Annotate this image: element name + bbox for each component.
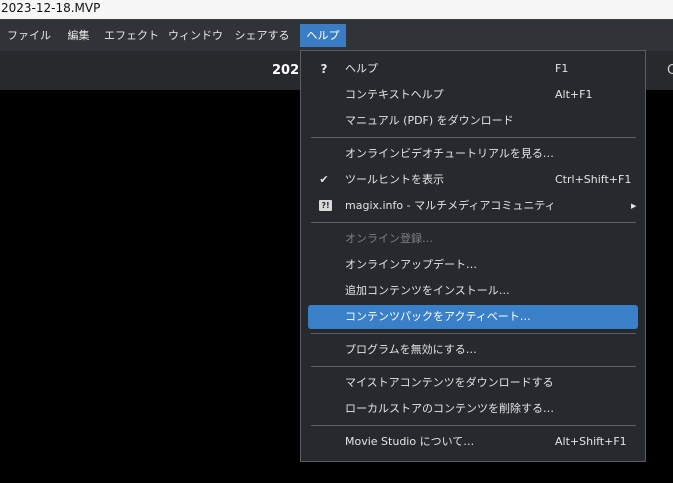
help-menu-dropdown: ? ヘルプ F1 コンテキストヘルプ Alt+F1 マニュアル (PDF) をダ… — [300, 50, 646, 462]
menu-item-label: コンテキストヘルプ — [345, 88, 444, 101]
menu-item-label: コンテンツパックをアクティベート… — [345, 310, 531, 323]
menu-file[interactable]: ファイル — [3, 24, 55, 47]
help-menu-item-show-tooltips[interactable]: ✔ ツールヒントを表示 Ctrl+Shift+F1 — [308, 168, 638, 192]
menu-item-shortcut: Alt+Shift+F1 — [555, 435, 627, 448]
menu-effects[interactable]: エフェクト — [103, 24, 160, 47]
menu-item-label: Movie Studio について… — [345, 435, 475, 448]
checkmark-icon: ✔ — [319, 173, 329, 186]
menu-separator — [311, 137, 636, 138]
help-menu-item-deactivate-program[interactable]: プログラムを無効にする… — [308, 338, 638, 362]
help-menu-item-video-tutorials[interactable]: オンラインビデオチュートリアルを見る… — [308, 142, 638, 166]
menu-item-label: オンライン登録… — [345, 232, 433, 245]
menu-separator — [311, 366, 636, 367]
menu-item-label: オンラインビデオチュートリアルを見る… — [345, 147, 554, 160]
menu-item-label: ヘルプ — [345, 62, 378, 75]
clipped-text: C — [667, 63, 673, 78]
submenu-arrow-icon: ▶ — [631, 202, 637, 210]
menu-item-shortcut: F1 — [555, 62, 569, 75]
menu-window[interactable]: ウィンドウ — [167, 24, 224, 47]
menu-item-label: ローカルストアのコンテンツを削除する… — [345, 402, 554, 415]
window-title-bar: 2023-12-18.MVP — [0, 0, 673, 19]
menu-item-label: プログラムを無効にする… — [345, 343, 477, 356]
menu-item-label: マニュアル (PDF) をダウンロード — [345, 114, 514, 127]
menu-item-shortcut: Alt+F1 — [555, 88, 593, 101]
menu-item-shortcut: Ctrl+Shift+F1 — [555, 173, 632, 186]
help-menu-item-context-help[interactable]: コンテキストヘルプ Alt+F1 — [308, 83, 638, 107]
help-menu-item-activate-content-pack[interactable]: コンテンツパックをアクティベート… — [308, 305, 638, 329]
help-menu-item-delete-local-content[interactable]: ローカルストアのコンテンツを削除する… — [308, 397, 638, 421]
question-mark-icon: ? — [320, 62, 328, 76]
menu-item-label: マイストアコンテンツをダウンロードする — [345, 376, 554, 389]
help-menu-item-about[interactable]: Movie Studio について… Alt+Shift+F1 — [308, 430, 638, 454]
help-menu-item-download-manual[interactable]: マニュアル (PDF) をダウンロード — [308, 109, 638, 133]
menu-separator — [311, 333, 636, 334]
help-menu-item-magix-info[interactable]: ?! magix.info - マルチメディアコミュニティ ▶ — [308, 194, 638, 218]
magix-info-icon: ?! — [319, 200, 332, 211]
menu-separator — [311, 425, 636, 426]
menu-edit[interactable]: 編集 — [62, 24, 95, 47]
menu-separator — [311, 222, 636, 223]
help-menu-item-online-update[interactable]: オンラインアップデート… — [308, 253, 638, 277]
help-menu-item-install-content[interactable]: 追加コンテンツをインストール… — [308, 279, 638, 303]
menu-item-label: 追加コンテンツをインストール… — [345, 284, 510, 297]
menu-item-label: ツールヒントを表示 — [345, 173, 444, 186]
menu-help[interactable]: ヘルプ — [300, 24, 346, 47]
window-title: 2023-12-18.MVP — [1, 1, 101, 15]
menu-bar: ファイル 編集 エフェクト ウィンドウ シェアする ヘルプ — [0, 19, 673, 51]
help-menu-item-download-store-content[interactable]: マイストアコンテンツをダウンロードする — [308, 371, 638, 395]
menu-item-label: magix.info - マルチメディアコミュニティ — [345, 199, 556, 212]
help-menu-item-help[interactable]: ? ヘルプ F1 — [308, 57, 638, 81]
menu-share[interactable]: シェアする — [231, 24, 293, 47]
help-menu-item-online-registration: オンライン登録… — [308, 227, 638, 251]
menu-item-label: オンラインアップデート… — [345, 258, 477, 271]
